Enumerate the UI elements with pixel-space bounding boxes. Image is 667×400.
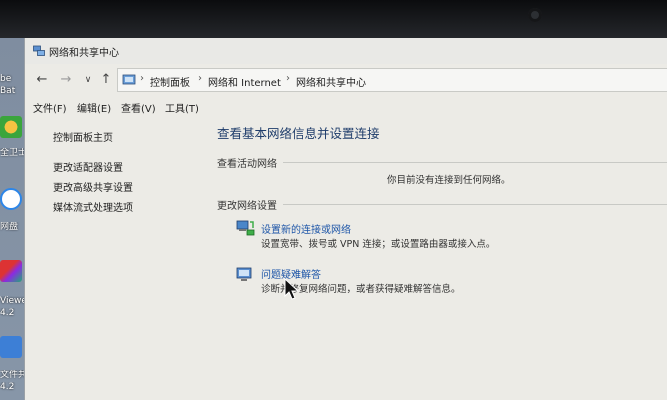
troubleshoot-icon [236, 267, 252, 281]
desktop-icon-label[interactable]: Bat [0, 86, 24, 97]
no-connection-status: 你目前没有连接到任何网络。 [387, 175, 511, 186]
active-networks-label: 查看活动网络 [217, 159, 277, 170]
netdisk-app-icon[interactable] [0, 188, 22, 210]
page-title: 查看基本网络信息并设置连接 [217, 126, 380, 141]
up-arrow-icon[interactable]: ↑ [97, 71, 115, 89]
back-arrow-icon[interactable]: ← [33, 71, 51, 89]
setup-new-connection-description: 设置宽带、拨号或 VPN 连接；或设置路由器或接入点。 [261, 239, 496, 250]
mouse-cursor-icon [284, 278, 300, 300]
breadcrumb-separator[interactable]: › [140, 73, 144, 84]
title-bar[interactable]: 网络和共享中心 [25, 38, 667, 64]
breadcrumb-network-internet[interactable]: 网络和 Internet [208, 74, 281, 89]
sidebar: 控制面板主页 更改适配器设置 更改高级共享设置 媒体流式处理选项 [25, 118, 195, 400]
desktop-icon-label[interactable]: 全卫士 [0, 148, 24, 159]
webcam [528, 8, 542, 22]
breadcrumb-control-panel[interactable]: 控制面板 [150, 74, 190, 89]
menu-bar: 文件(F) 编辑(E) 查看(V) 工具(T) [25, 98, 667, 116]
new-connection-icon [236, 220, 255, 236]
desktop-icon-label[interactable]: 文件共 [0, 370, 24, 381]
menu-edit[interactable]: 编辑(E) [77, 100, 111, 115]
breadcrumb-separator[interactable]: › [198, 73, 202, 84]
desktop-strip: be Bat 全卫士 网盘 Viewer 4.2 文件共 4.2 [0, 38, 24, 400]
address-bar[interactable]: › 控制面板 › 网络和 Internet › 网络和共享中心 [117, 68, 667, 92]
sidebar-item-media-streaming[interactable]: 媒体流式处理选项 [53, 199, 133, 214]
section-divider [283, 162, 667, 163]
section-divider [283, 204, 667, 205]
desktop-icon-label[interactable]: Viewer [0, 296, 24, 307]
desktop-icon-label[interactable]: 4.2 [0, 382, 24, 393]
menu-view[interactable]: 查看(V) [121, 100, 156, 115]
viewer-app-icon[interactable] [0, 260, 22, 282]
breadcrumb-network-sharing-center[interactable]: 网络和共享中心 [296, 74, 366, 89]
change-network-settings-label: 更改网络设置 [217, 201, 277, 212]
desktop-icon-label[interactable]: 4.2 [0, 308, 24, 319]
sidebar-item-control-panel-home[interactable]: 控制面板主页 [53, 129, 113, 144]
file-share-app-icon[interactable] [0, 336, 22, 358]
main-content: 查看基本网络信息并设置连接 查看活动网络 你目前没有连接到任何网络。 更改网络设… [217, 118, 667, 400]
forward-arrow-icon[interactable]: → [57, 71, 75, 89]
sidebar-item-adapter-settings[interactable]: 更改适配器设置 [53, 159, 123, 174]
network-center-icon [33, 45, 45, 56]
network-sharing-center-window: 网络和共享中心 ← → ∨ ↑ › 控制面板 › 网络和 Internet › … [24, 38, 667, 400]
breadcrumb-separator[interactable]: › [286, 73, 290, 84]
setup-new-connection-link[interactable]: 设置新的连接或网络 [261, 221, 351, 236]
control-panel-icon [122, 74, 136, 85]
sidebar-item-advanced-sharing[interactable]: 更改高级共享设置 [53, 179, 133, 194]
menu-tools[interactable]: 工具(T) [165, 100, 199, 115]
monitor-bezel [0, 0, 667, 38]
menu-file[interactable]: 文件(F) [33, 100, 67, 115]
window-title: 网络和共享中心 [49, 48, 119, 59]
desktop-icon-label[interactable]: be [0, 74, 24, 85]
chevron-down-icon[interactable]: ∨ [79, 71, 97, 89]
navigation-row: ← → ∨ ↑ › 控制面板 › 网络和 Internet › 网络和共享中心 [25, 68, 667, 92]
security-app-icon[interactable] [0, 116, 22, 138]
desktop-icon-label[interactable]: 网盘 [0, 222, 24, 233]
